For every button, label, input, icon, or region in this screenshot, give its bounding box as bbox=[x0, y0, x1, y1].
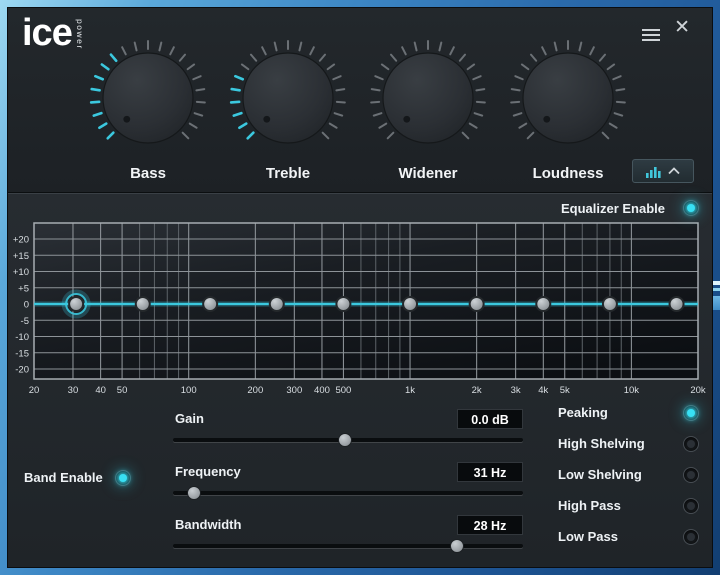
filter-type-radio-low-pass[interactable] bbox=[683, 529, 699, 545]
slider-group-bandwidth: Bandwidth 28 Hz bbox=[173, 515, 523, 561]
eq-band-handle[interactable] bbox=[336, 297, 350, 311]
svg-text:400: 400 bbox=[314, 385, 330, 396]
knob-widener[interactable]: Widener bbox=[368, 36, 488, 182]
slider-group-gain: Gain 0.0 dB bbox=[173, 409, 523, 455]
bandwidth-label: Bandwidth bbox=[175, 517, 241, 532]
logo-text: ice bbox=[22, 14, 72, 52]
filter-type-radio-high-shelving[interactable] bbox=[683, 436, 699, 452]
svg-text:+15: +15 bbox=[13, 251, 29, 262]
svg-text:200: 200 bbox=[247, 385, 263, 396]
knob-loudness[interactable]: Loudness bbox=[508, 36, 628, 182]
gain-value-box: 0.0 dB bbox=[457, 409, 523, 429]
svg-text:5k: 5k bbox=[560, 385, 570, 396]
svg-text:300: 300 bbox=[286, 385, 302, 396]
eq-band-handle[interactable] bbox=[603, 297, 617, 311]
frequency-value-box: 31 Hz bbox=[457, 462, 523, 482]
filter-type-label: High Shelving bbox=[558, 436, 645, 451]
equalizer-enable-radio[interactable] bbox=[683, 200, 699, 216]
svg-text:500: 500 bbox=[335, 385, 351, 396]
equalizer-bars-icon bbox=[646, 165, 661, 178]
svg-text:10k: 10k bbox=[624, 385, 640, 396]
eq-band-handle[interactable] bbox=[670, 297, 684, 311]
svg-text:+20: +20 bbox=[13, 235, 29, 246]
svg-text:-20: -20 bbox=[15, 365, 29, 376]
eq-band-handle[interactable] bbox=[536, 297, 550, 311]
svg-text:20k: 20k bbox=[690, 385, 706, 396]
band-enable-label: Band Enable bbox=[24, 470, 103, 485]
eq-band-handle[interactable] bbox=[69, 297, 83, 311]
equalizer-enable-label: Equalizer Enable bbox=[561, 201, 665, 216]
svg-text:40: 40 bbox=[95, 385, 106, 396]
svg-text:3k: 3k bbox=[511, 385, 521, 396]
filter-type-list: Peaking High Shelving Low Shelving High Pas… bbox=[558, 397, 699, 552]
knob-bass[interactable]: Bass bbox=[88, 36, 208, 182]
gain-slider-handle[interactable] bbox=[338, 433, 352, 447]
filter-type-peaking[interactable]: Peaking bbox=[558, 397, 699, 428]
frequency-slider-handle[interactable] bbox=[187, 486, 201, 500]
svg-text:30: 30 bbox=[68, 385, 79, 396]
svg-text:+5: +5 bbox=[18, 283, 29, 294]
filter-type-label: Peaking bbox=[558, 405, 608, 420]
svg-text:+10: +10 bbox=[13, 267, 29, 278]
filter-type-radio-peaking[interactable] bbox=[683, 405, 699, 421]
svg-text:1k: 1k bbox=[405, 385, 415, 396]
eq-panel-toggle-button[interactable] bbox=[632, 159, 694, 183]
knob-label: Loudness bbox=[508, 165, 628, 182]
gain-label: Gain bbox=[175, 411, 204, 426]
band-enable-radio[interactable] bbox=[115, 470, 131, 486]
bandwidth-slider-handle[interactable] bbox=[450, 539, 464, 553]
filter-type-radio-high-pass[interactable] bbox=[683, 498, 699, 514]
svg-text:0: 0 bbox=[24, 300, 29, 311]
app-logo: ice power bbox=[22, 14, 85, 52]
knob-treble[interactable]: Treble bbox=[228, 36, 348, 182]
app-window: ice power ✕ Bass Treble Widener Loudness bbox=[7, 7, 713, 568]
hamburger-icon bbox=[642, 29, 660, 31]
filter-type-high-shelving[interactable]: High Shelving bbox=[558, 428, 699, 459]
filter-type-low-shelving[interactable]: Low Shelving bbox=[558, 459, 699, 490]
svg-text:2k: 2k bbox=[472, 385, 482, 396]
eq-band-handle[interactable] bbox=[203, 297, 217, 311]
svg-text:100: 100 bbox=[181, 385, 197, 396]
frequency-label: Frequency bbox=[175, 464, 241, 479]
bandwidth-value-box: 28 Hz bbox=[457, 515, 523, 535]
eq-band-handle[interactable] bbox=[403, 297, 417, 311]
frequency-slider[interactable] bbox=[173, 491, 523, 495]
chevron-up-icon bbox=[668, 167, 680, 175]
svg-text:4k: 4k bbox=[538, 385, 548, 396]
knob-label: Widener bbox=[368, 165, 488, 182]
filter-type-radio-low-shelving[interactable] bbox=[683, 467, 699, 483]
eq-graph: +20 +15 +10 +5 0 -5 -10 -15 -2020 30 40 50 100 200 300… bbox=[8, 219, 714, 403]
menu-button[interactable] bbox=[642, 26, 660, 44]
eq-band-handle[interactable] bbox=[470, 297, 484, 311]
svg-text:-10: -10 bbox=[15, 332, 29, 343]
filter-type-label: High Pass bbox=[558, 498, 621, 513]
knob-label: Treble bbox=[228, 165, 348, 182]
slider-group-frequency: Frequency 31 Hz bbox=[173, 462, 523, 508]
logo-subtext: power bbox=[75, 19, 85, 52]
eq-band-handle[interactable] bbox=[136, 297, 150, 311]
knobs-row: Bass Treble Widener Loudness bbox=[88, 36, 628, 182]
filter-type-high-pass[interactable]: High Pass bbox=[558, 490, 699, 521]
eq-band-handle[interactable] bbox=[270, 297, 284, 311]
bandwidth-slider[interactable] bbox=[173, 544, 523, 548]
svg-text:20: 20 bbox=[29, 385, 40, 396]
close-button[interactable]: ✕ bbox=[674, 18, 690, 37]
filter-type-label: Low Shelving bbox=[558, 467, 642, 482]
svg-text:-15: -15 bbox=[15, 348, 29, 359]
filter-type-label: Low Pass bbox=[558, 529, 618, 544]
svg-text:50: 50 bbox=[117, 385, 128, 396]
filter-type-low-pass[interactable]: Low Pass bbox=[558, 521, 699, 552]
gain-slider[interactable] bbox=[173, 438, 523, 442]
slider-groups: Gain 0.0 dB Frequency 31 Hz Bandwidth 28 Hz bbox=[173, 409, 523, 559]
svg-text:-5: -5 bbox=[21, 316, 29, 327]
desktop-background: ice power ✕ Bass Treble Widener Loudness bbox=[0, 0, 720, 575]
knob-label: Bass bbox=[88, 165, 208, 182]
